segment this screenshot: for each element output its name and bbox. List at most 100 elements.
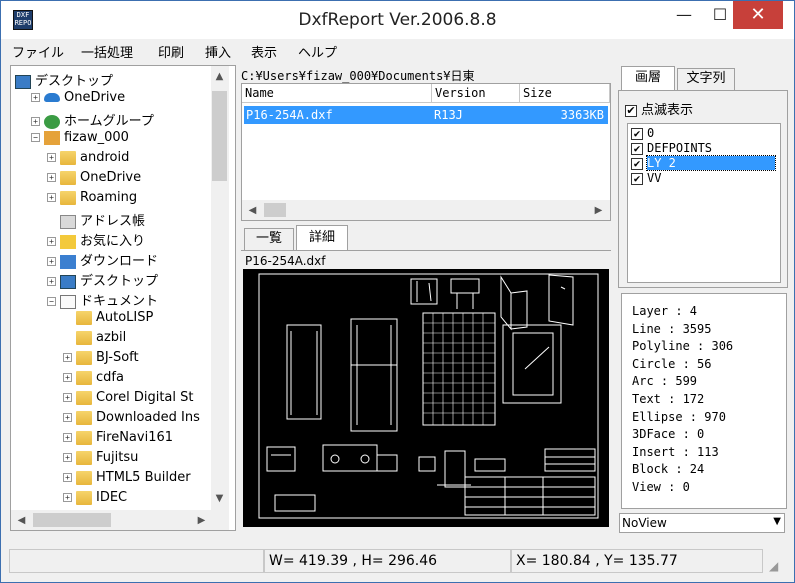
file-list: Name Version Size P16-254A.dxf R13J 3363… [241,83,611,221]
menu-file[interactable]: ファイル [12,42,64,61]
maximize-button[interactable]: ☐ [707,1,733,29]
column-header-version[interactable]: Version [432,84,520,103]
tree-item[interactable]: + Downloaded Ins [63,410,200,430]
tree-item[interactable]: デスクトップ [15,70,113,90]
resize-grip-icon[interactable]: ◢ [769,559,785,575]
tree-vertical-scrollbar[interactable]: ▲ ▼ [211,66,229,510]
collapse-icon[interactable]: − [31,133,40,142]
tree-item[interactable]: + Corel Digital St [63,390,193,410]
folder-icon [76,310,92,325]
column-header-size[interactable]: Size [520,84,610,103]
chevron-down-icon[interactable]: ▼ [773,516,781,527]
expand-icon[interactable]: + [63,353,72,362]
filelist-horizontal-scrollbar[interactable]: ◀ ▶ [242,200,610,220]
menu-view[interactable]: 表示 [251,42,277,61]
expand-icon[interactable]: + [63,453,72,462]
tree-item[interactable]: + Fujitsu [63,450,138,470]
expand-icon[interactable]: + [47,237,56,246]
title-bar: DXF REPO DxfReport Ver.2006.8.8 — ☐ ✕ [1,1,794,39]
layer-checkbox[interactable]: ✔ [631,157,643,170]
expand-icon[interactable]: + [63,393,72,402]
tab-list[interactable]: 一覧 [244,228,294,250]
stat-line: Text : 172 [632,392,705,406]
tree-item[interactable]: + Roaming [47,190,137,210]
tree-item[interactable]: − ドキュメント [47,290,158,310]
filelist-hscroll-thumb[interactable] [264,203,286,217]
scroll-left-arrow-icon[interactable]: ◀ [13,512,30,529]
expand-icon[interactable]: + [63,473,72,482]
tree-item[interactable]: + android [47,150,129,170]
layer-name: LY 2 [646,155,776,171]
layer-item[interactable]: ✔ 0 [631,126,654,141]
tree-item[interactable]: AutoLISP [63,310,153,330]
tree-hscroll-thumb[interactable] [33,513,111,527]
tree-item[interactable]: アドレス帳 [47,210,145,230]
tree-item-label: デスクトップ [35,74,114,89]
tree-horizontal-scrollbar[interactable]: ◀ ▶ [11,510,229,530]
tree-item[interactable]: + IDEC [63,490,127,510]
layer-item[interactable]: ✔ VV [631,171,661,186]
tree-item[interactable]: + OneDrive [31,90,125,110]
tree-item[interactable]: + デスクトップ [47,270,158,290]
table-row[interactable]: P16-254A.dxf R13J 3363KB [244,106,608,124]
file-version-cell: R13J [434,108,463,122]
scroll-left-arrow-icon[interactable]: ◀ [244,202,261,219]
stat-line: Ellipse : 970 [632,409,726,424]
tab-detail[interactable]: 詳細 [296,225,348,251]
menu-print[interactable]: 印刷 [158,42,184,61]
close-button[interactable]: ✕ [733,1,783,29]
scroll-right-arrow-icon[interactable]: ▶ [590,202,607,219]
expand-icon[interactable]: + [31,117,40,126]
layer-checkbox[interactable]: ✔ [631,127,643,140]
tab-strings[interactable]: 文字列 [677,68,735,90]
tree-scroll-thumb[interactable] [212,91,227,181]
layer-checkbox[interactable]: ✔ [631,142,643,155]
menu-batch[interactable]: 一括処理 [81,42,133,61]
tree-item[interactable]: + お気に入り [47,230,145,250]
folder-icon [60,150,76,165]
tree-item[interactable]: − fizaw_000 [31,130,129,150]
expand-icon[interactable]: + [31,93,40,102]
tree-item[interactable]: + OneDrive [47,170,141,190]
scroll-down-arrow-icon[interactable]: ▼ [211,490,228,507]
expand-icon[interactable]: + [47,193,56,202]
tree-item[interactable]: + HTML5 Builder [63,470,191,490]
tree-item[interactable]: + cdfa [63,370,124,390]
tree-item[interactable]: azbil [63,330,126,350]
minimize-button[interactable]: — [661,1,707,29]
tree-item-label: BJ-Soft [96,350,139,365]
expand-icon[interactable]: + [47,277,56,286]
tree-item[interactable]: + ダウンロード [47,250,158,270]
blink-toggle[interactable]: ✔ 点滅表示 [625,99,693,118]
tab-layers[interactable]: 画層 [621,66,675,90]
collapse-icon[interactable]: − [47,297,56,306]
expand-icon[interactable]: + [63,493,72,502]
expand-icon[interactable]: + [47,173,56,182]
view-select-value: NoView [622,516,667,530]
stat-line: 3DFace : 0 [632,427,705,442]
menu-insert[interactable]: 挿入 [205,42,231,61]
expand-icon[interactable]: + [47,153,56,162]
tree-item[interactable]: + BJ-Soft [63,350,139,370]
expand-icon[interactable]: + [63,373,72,382]
layer-item[interactable]: ✔ LY 2 [631,155,776,171]
layer-item[interactable]: ✔ DEFPOINTS [631,141,712,156]
tree-item-label: Fujitsu [96,450,139,465]
stat-line: View : 0 [632,480,690,494]
menu-help[interactable]: ヘルプ [298,42,337,61]
layer-checkbox[interactable]: ✔ [631,172,643,185]
expand-icon[interactable]: + [63,433,72,442]
tree-item[interactable]: + ホームグループ [31,110,154,130]
expand-icon[interactable]: + [63,413,72,422]
layer-list: ✔ 0 ✔ DEFPOINTS ✔ LY 2 ✔ VV [627,123,781,283]
cad-preview-canvas[interactable] [243,269,609,527]
column-header-name[interactable]: Name [242,84,432,103]
scroll-up-arrow-icon[interactable]: ▲ [211,68,228,85]
blink-checkbox[interactable]: ✔ [625,104,637,117]
expand-icon[interactable]: + [47,257,56,266]
view-select[interactable]: NoView ▼ [619,513,785,533]
homegroup-icon [44,114,60,129]
tree-item[interactable]: + FireNavi161 [63,430,173,450]
scroll-right-arrow-icon[interactable]: ▶ [193,512,210,529]
file-size-cell: 3363KB [560,108,604,122]
